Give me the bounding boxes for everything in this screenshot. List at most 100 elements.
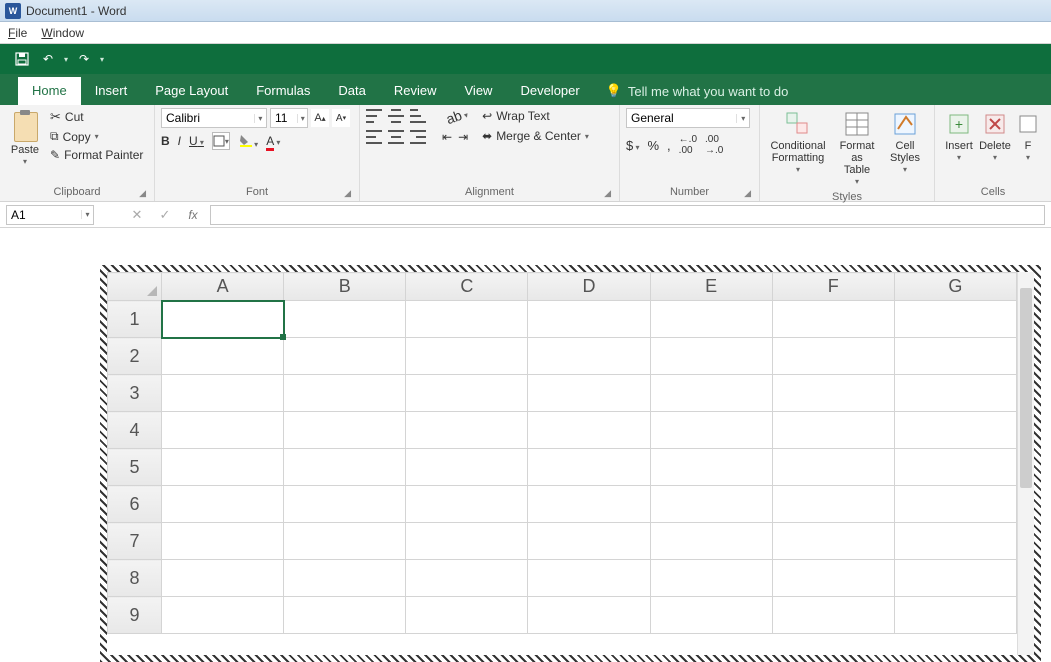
cell[interactable]	[650, 523, 772, 560]
insert-function-button[interactable]: fx	[182, 205, 204, 225]
col-header-a[interactable]: A	[162, 273, 284, 301]
cell[interactable]	[894, 449, 1016, 486]
font-name-combo[interactable]: ▾	[161, 108, 267, 128]
cell[interactable]	[772, 449, 894, 486]
cell[interactable]	[528, 301, 650, 338]
cell[interactable]	[650, 486, 772, 523]
cell[interactable]	[772, 486, 894, 523]
row-header-6[interactable]: 6	[108, 486, 162, 523]
cell[interactable]	[528, 375, 650, 412]
tab-view[interactable]: View	[451, 77, 507, 105]
name-box-input[interactable]	[7, 208, 81, 222]
cancel-formula-button[interactable]: ✕	[126, 205, 148, 225]
cell[interactable]	[406, 412, 528, 449]
tab-data[interactable]: Data	[324, 77, 379, 105]
cell[interactable]	[406, 375, 528, 412]
col-header-b[interactable]: B	[284, 273, 406, 301]
col-header-e[interactable]: E	[650, 273, 772, 301]
cell-a1[interactable]	[162, 301, 284, 338]
tell-me-search[interactable]: 💡 Tell me what you want to do	[594, 77, 801, 105]
cell[interactable]	[528, 560, 650, 597]
cell[interactable]	[772, 301, 894, 338]
tab-review[interactable]: Review	[380, 77, 451, 105]
vertical-scrollbar[interactable]	[1017, 272, 1034, 655]
align-bottom-button[interactable]	[410, 109, 426, 123]
cell[interactable]	[162, 560, 284, 597]
cell[interactable]	[772, 338, 894, 375]
cell[interactable]	[528, 486, 650, 523]
cell[interactable]	[528, 412, 650, 449]
cell[interactable]	[406, 560, 528, 597]
conditional-formatting-button[interactable]: ConditionalFormatting	[766, 108, 830, 177]
col-header-c[interactable]: C	[406, 273, 528, 301]
row-header-5[interactable]: 5	[108, 449, 162, 486]
align-center-button[interactable]	[388, 130, 404, 144]
row-header-8[interactable]: 8	[108, 560, 162, 597]
align-left-button[interactable]	[366, 130, 382, 144]
row-header-3[interactable]: 3	[108, 375, 162, 412]
cell[interactable]	[284, 449, 406, 486]
cell[interactable]	[528, 449, 650, 486]
col-header-f[interactable]: F	[772, 273, 894, 301]
fill-color-button[interactable]	[238, 133, 258, 150]
row-header-9[interactable]: 9	[108, 597, 162, 634]
decrease-decimal-button[interactable]: .00→.0	[705, 134, 723, 156]
menu-window[interactable]: Window	[41, 26, 84, 40]
font-color-button[interactable]: A	[266, 134, 280, 148]
cut-button[interactable]: Cut	[48, 108, 145, 126]
cell[interactable]	[894, 375, 1016, 412]
comma-button[interactable]: ,	[667, 138, 671, 153]
cell[interactable]	[284, 301, 406, 338]
wrap-text-button[interactable]: ↩Wrap Text	[480, 108, 591, 124]
formula-input[interactable]	[210, 205, 1045, 225]
cell[interactable]	[894, 597, 1016, 634]
cell[interactable]	[406, 523, 528, 560]
row-header-2[interactable]: 2	[108, 338, 162, 375]
menu-file[interactable]: File	[8, 26, 27, 40]
cell[interactable]	[284, 523, 406, 560]
tab-insert[interactable]: Insert	[81, 77, 142, 105]
delete-cells-button[interactable]: Delete	[977, 108, 1013, 165]
accounting-format-button[interactable]: $	[626, 138, 639, 153]
col-header-d[interactable]: D	[528, 273, 650, 301]
insert-cells-button[interactable]: + Insert	[941, 108, 977, 165]
cell[interactable]	[650, 449, 772, 486]
cell[interactable]	[772, 597, 894, 634]
cell[interactable]	[650, 597, 772, 634]
cell[interactable]	[650, 338, 772, 375]
dialog-launcher-icon[interactable]: ◢	[744, 188, 751, 199]
cell[interactable]	[284, 412, 406, 449]
cell[interactable]	[650, 301, 772, 338]
underline-button[interactable]: U	[189, 134, 204, 148]
cell[interactable]	[772, 560, 894, 597]
copy-button[interactable]: Copy	[48, 128, 145, 145]
cell[interactable]	[162, 597, 284, 634]
format-cells-button[interactable]: F	[1013, 108, 1043, 165]
number-format-combo[interactable]: ▾	[626, 108, 750, 128]
save-button[interactable]	[12, 49, 32, 69]
decrease-indent-button[interactable]: ⇤	[442, 130, 452, 144]
row-header-7[interactable]: 7	[108, 523, 162, 560]
align-right-button[interactable]	[410, 130, 426, 144]
enter-formula-button[interactable]: ✓	[154, 205, 176, 225]
cell[interactable]	[406, 449, 528, 486]
qat-customize-icon[interactable]: ▾	[100, 55, 104, 64]
number-format-input[interactable]	[627, 111, 736, 125]
paste-button[interactable]: Paste ▾	[6, 108, 44, 169]
cell[interactable]	[162, 486, 284, 523]
align-middle-button[interactable]	[388, 109, 404, 123]
cell[interactable]	[284, 338, 406, 375]
font-size-combo[interactable]: ▾	[270, 108, 308, 128]
cell[interactable]	[650, 375, 772, 412]
cell[interactable]	[162, 338, 284, 375]
cell[interactable]	[894, 412, 1016, 449]
cell[interactable]	[894, 486, 1016, 523]
spreadsheet-grid[interactable]: A B C D E F G 1 2 3 4 5 6 7 8	[107, 272, 1017, 655]
tab-page-layout[interactable]: Page Layout	[141, 77, 242, 105]
decrease-font-button[interactable]: A▾	[332, 109, 350, 127]
dialog-launcher-icon[interactable]: ◢	[139, 188, 146, 199]
cell[interactable]	[894, 560, 1016, 597]
cell[interactable]	[284, 486, 406, 523]
cell[interactable]	[406, 338, 528, 375]
cell[interactable]	[894, 338, 1016, 375]
